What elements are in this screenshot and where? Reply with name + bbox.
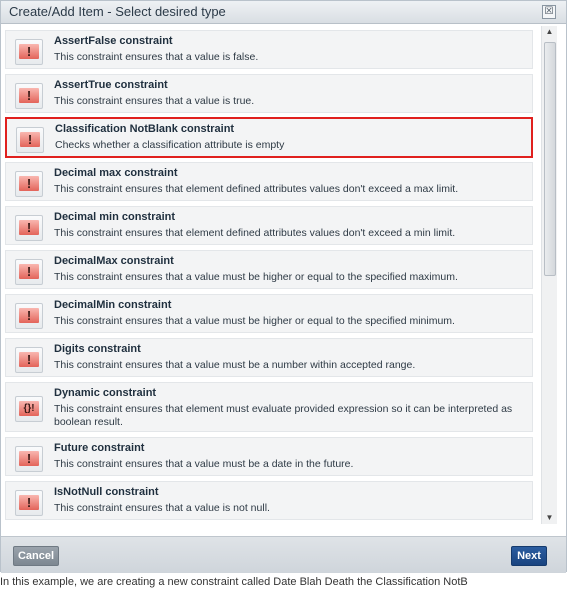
caption-text: In this example, we are creating a new c… <box>0 576 468 588</box>
cancel-button[interactable]: Cancel <box>13 546 59 566</box>
item-description: This constraint ensures that a value is … <box>54 95 255 107</box>
create-item-dialog: Create/Add Item - Select desired type ☒ … <box>0 0 567 573</box>
item-description: This constraint ensures that a value mus… <box>54 315 455 327</box>
constraint-icon: ! <box>15 83 43 109</box>
scroll-down-arrow-icon[interactable]: ▼ <box>542 512 557 524</box>
item-title: Decimal max constraint <box>54 167 178 179</box>
item-description: This constraint ensures that a value mus… <box>54 359 416 371</box>
scrollbar-thumb[interactable] <box>544 42 556 276</box>
item-description: This constraint ensures that a value mus… <box>54 458 354 470</box>
item-title: IsNotNull constraint <box>54 486 159 498</box>
item-title: Digits constraint <box>54 343 141 355</box>
item-description: This constraint ensures that element def… <box>54 227 456 239</box>
scroll-up-arrow-icon[interactable]: ▲ <box>542 26 557 38</box>
item-description: Checks whether a classification attribut… <box>55 139 285 151</box>
item-title: Classification NotBlank constraint <box>55 123 235 135</box>
constraint-icon: ! <box>15 303 43 329</box>
item-description: This constraint ensures that element mus… <box>54 403 513 428</box>
list-item-future[interactable]: ! Future constraint This constraint ensu… <box>5 437 533 476</box>
item-description: This constraint ensures that a value is … <box>54 51 259 63</box>
close-icon[interactable]: ☒ <box>542 5 556 19</box>
dialog-titlebar: Create/Add Item - Select desired type ☒ <box>1 1 566 24</box>
constraint-icon: ! <box>16 127 44 153</box>
constraint-icon: ! <box>15 171 43 197</box>
next-button[interactable]: Next <box>511 546 547 566</box>
constraint-icon: ! <box>15 446 43 472</box>
list-item-asserttrue[interactable]: ! AssertTrue constraint This constraint … <box>5 74 533 113</box>
list-item-assertfalse[interactable]: ! AssertFalse constraint This constraint… <box>5 30 533 69</box>
constraint-icon: ! <box>15 39 43 65</box>
list-item-decimalmin[interactable]: ! DecimalMin constraint This constraint … <box>5 294 533 333</box>
constraint-type-list: ! AssertFalse constraint This constraint… <box>5 26 539 524</box>
item-title: Future constraint <box>54 442 145 454</box>
dialog-footer: Cancel Next <box>1 536 566 573</box>
list-item-classification-notblank[interactable]: ! Classification NotBlank constraint Che… <box>5 117 533 158</box>
list-item-isnotnull[interactable]: ! IsNotNull constraint This constraint e… <box>5 481 533 520</box>
list-item-decimal-max[interactable]: ! Decimal max constraint This constraint… <box>5 162 533 201</box>
item-title: Decimal min constraint <box>54 211 176 223</box>
constraint-icon: ! <box>15 490 43 516</box>
list-item-decimal-min[interactable]: ! Decimal min constraint This constraint… <box>5 206 533 245</box>
item-title: Dynamic constraint <box>54 387 157 399</box>
constraint-icon: ! <box>15 259 43 285</box>
item-description: This constraint ensures that a value mus… <box>54 271 458 283</box>
item-title: DecimalMin constraint <box>54 299 172 311</box>
item-description: This constraint ensures that a value is … <box>54 502 270 514</box>
item-title: DecimalMax constraint <box>54 255 174 267</box>
dynamic-constraint-icon: {}! <box>15 396 43 422</box>
dialog-title: Create/Add Item - Select desired type <box>9 4 226 19</box>
item-title: AssertFalse constraint <box>54 35 173 47</box>
list-item-digits[interactable]: ! Digits constraint This constraint ensu… <box>5 338 533 377</box>
vertical-scrollbar[interactable]: ▲ ▼ <box>541 26 557 524</box>
constraint-icon: ! <box>15 215 43 241</box>
item-description: This constraint ensures that element def… <box>54 183 459 195</box>
list-item-dynamic[interactable]: {}! Dynamic constraint This constraint e… <box>5 382 533 432</box>
item-title: AssertTrue constraint <box>54 79 168 91</box>
constraint-icon: ! <box>15 347 43 373</box>
list-item-decimalmax[interactable]: ! DecimalMax constraint This constraint … <box>5 250 533 289</box>
